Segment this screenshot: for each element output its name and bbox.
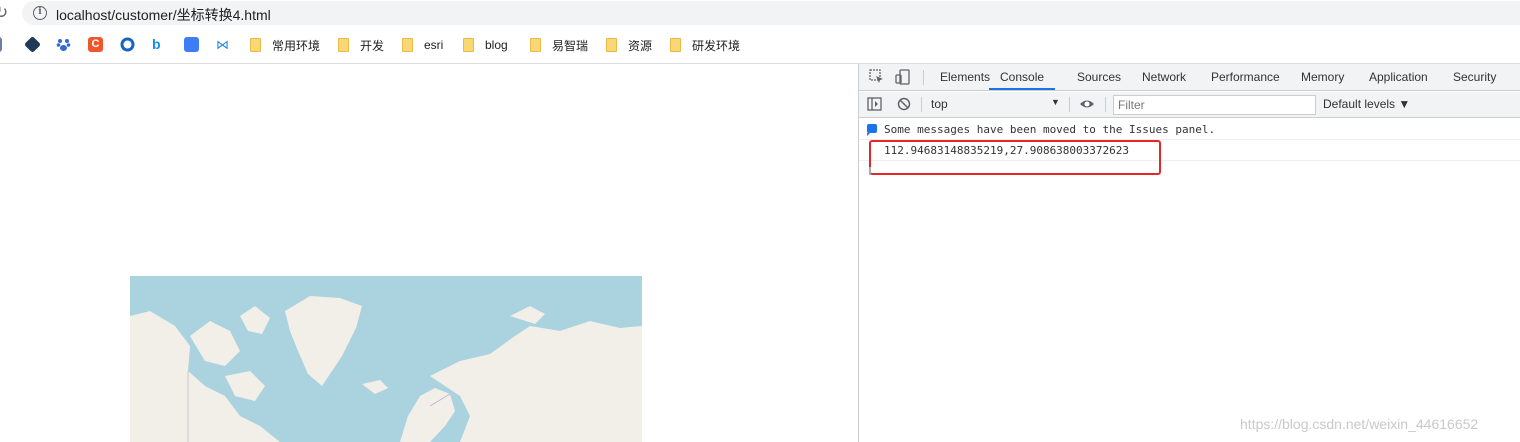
console-prompt-caret[interactable]	[869, 167, 871, 175]
map-view[interactable]	[130, 276, 642, 442]
context-selector[interactable]: top	[931, 97, 948, 111]
map-tiles	[130, 276, 642, 442]
omnibox[interactable]: i localhost/customer/坐标转换4.html	[22, 1, 1520, 25]
toolbar-divider	[921, 97, 922, 112]
console-message-text: Some messages have been moved to the Iss…	[884, 123, 1216, 136]
bookmark-folder[interactable]: 研发环境	[670, 36, 740, 54]
clear-console-icon[interactable]	[897, 97, 911, 114]
ring-icon[interactable]	[120, 37, 135, 52]
bookmark-folder[interactable]: 资源	[606, 36, 652, 54]
tab-network[interactable]: Network	[1142, 64, 1186, 90]
console-output: Some messages have been moved to the Iss…	[859, 119, 1520, 442]
folder-icon	[250, 38, 261, 52]
log-levels-dropdown[interactable]: Default levels ▼	[1323, 97, 1410, 111]
baidu-paw-icon[interactable]	[56, 37, 71, 52]
bookmark-label: 易智瑞	[552, 38, 589, 53]
reload-icon[interactable]: ↻	[0, 3, 14, 23]
bookmark-folder[interactable]: 开发	[338, 36, 384, 54]
bookmark-dark-icon[interactable]	[24, 36, 41, 53]
url-text[interactable]: localhost/customer/坐标转换4.html	[56, 5, 271, 25]
console-toolbar: top ▼ Default levels ▼	[859, 92, 1520, 118]
highlight-box	[869, 140, 1161, 175]
devtools-panel: Elements Console Sources Network Perform…	[858, 64, 1520, 442]
bookmark-dark-icon[interactable]	[0, 37, 2, 52]
page-viewport	[0, 64, 858, 442]
toolbar-divider	[1105, 97, 1106, 112]
address-bar-row: ↻ i localhost/customer/坐标转换4.html	[0, 0, 1520, 27]
tab-sources[interactable]: Sources	[1077, 64, 1121, 90]
csdn-c-icon[interactable]: C	[88, 37, 103, 52]
tab-divider	[923, 70, 924, 85]
folder-icon	[463, 38, 474, 52]
bookmark-label: 研发环境	[692, 38, 741, 53]
bookmark-label: 资源	[628, 38, 653, 53]
bing-icon[interactable]: b	[152, 37, 167, 52]
eye-icon[interactable]	[1079, 97, 1095, 114]
tab-elements[interactable]: Elements	[940, 64, 990, 90]
device-toolbar-icon[interactable]	[895, 69, 911, 88]
console-filter-input[interactable]	[1113, 95, 1316, 115]
bookmark-folder[interactable]: 常用环境	[250, 36, 320, 54]
edit-square-icon[interactable]	[184, 37, 199, 52]
bookmarks-bar: C b ⋈ 常用环境 开发 esri blog 易智瑞 资源 研发环境	[0, 32, 1520, 58]
watermark: https://blog.csdn.net/weixin_44616652	[1240, 416, 1479, 432]
tab-application[interactable]: Application	[1369, 64, 1428, 90]
sidebar-toggle-icon[interactable]	[867, 97, 882, 114]
site-info-icon[interactable]: i	[33, 6, 47, 20]
folder-icon	[606, 38, 617, 52]
tab-performance[interactable]: Performance	[1211, 64, 1280, 90]
folder-icon	[338, 38, 349, 52]
bookmark-label: 常用环境	[272, 38, 321, 53]
folder-icon	[530, 38, 541, 52]
tab-security[interactable]: Security	[1453, 64, 1496, 90]
bookmark-label: blog	[485, 38, 508, 52]
toolbar-divider	[1069, 97, 1070, 112]
bookmark-folder[interactable]: esri	[402, 36, 443, 54]
bookmark-folder[interactable]: 易智瑞	[530, 36, 588, 54]
devtools-tab-bar: Elements Console Sources Network Perform…	[859, 64, 1520, 91]
inspect-element-icon[interactable]	[869, 69, 885, 88]
tab-memory[interactable]: Memory	[1301, 64, 1344, 90]
chevron-down-icon[interactable]: ▼	[1051, 97, 1060, 107]
bookmark-label: esri	[424, 38, 444, 52]
folder-icon	[670, 38, 681, 52]
console-message: Some messages have been moved to the Iss…	[859, 119, 1520, 140]
vscode-icon[interactable]: ⋈	[216, 37, 231, 52]
bookmark-folder[interactable]: blog	[463, 36, 508, 54]
folder-icon	[402, 38, 413, 52]
issues-message-icon	[867, 124, 877, 136]
tab-console[interactable]: Console	[989, 64, 1056, 90]
bookmark-label: 开发	[360, 38, 385, 53]
